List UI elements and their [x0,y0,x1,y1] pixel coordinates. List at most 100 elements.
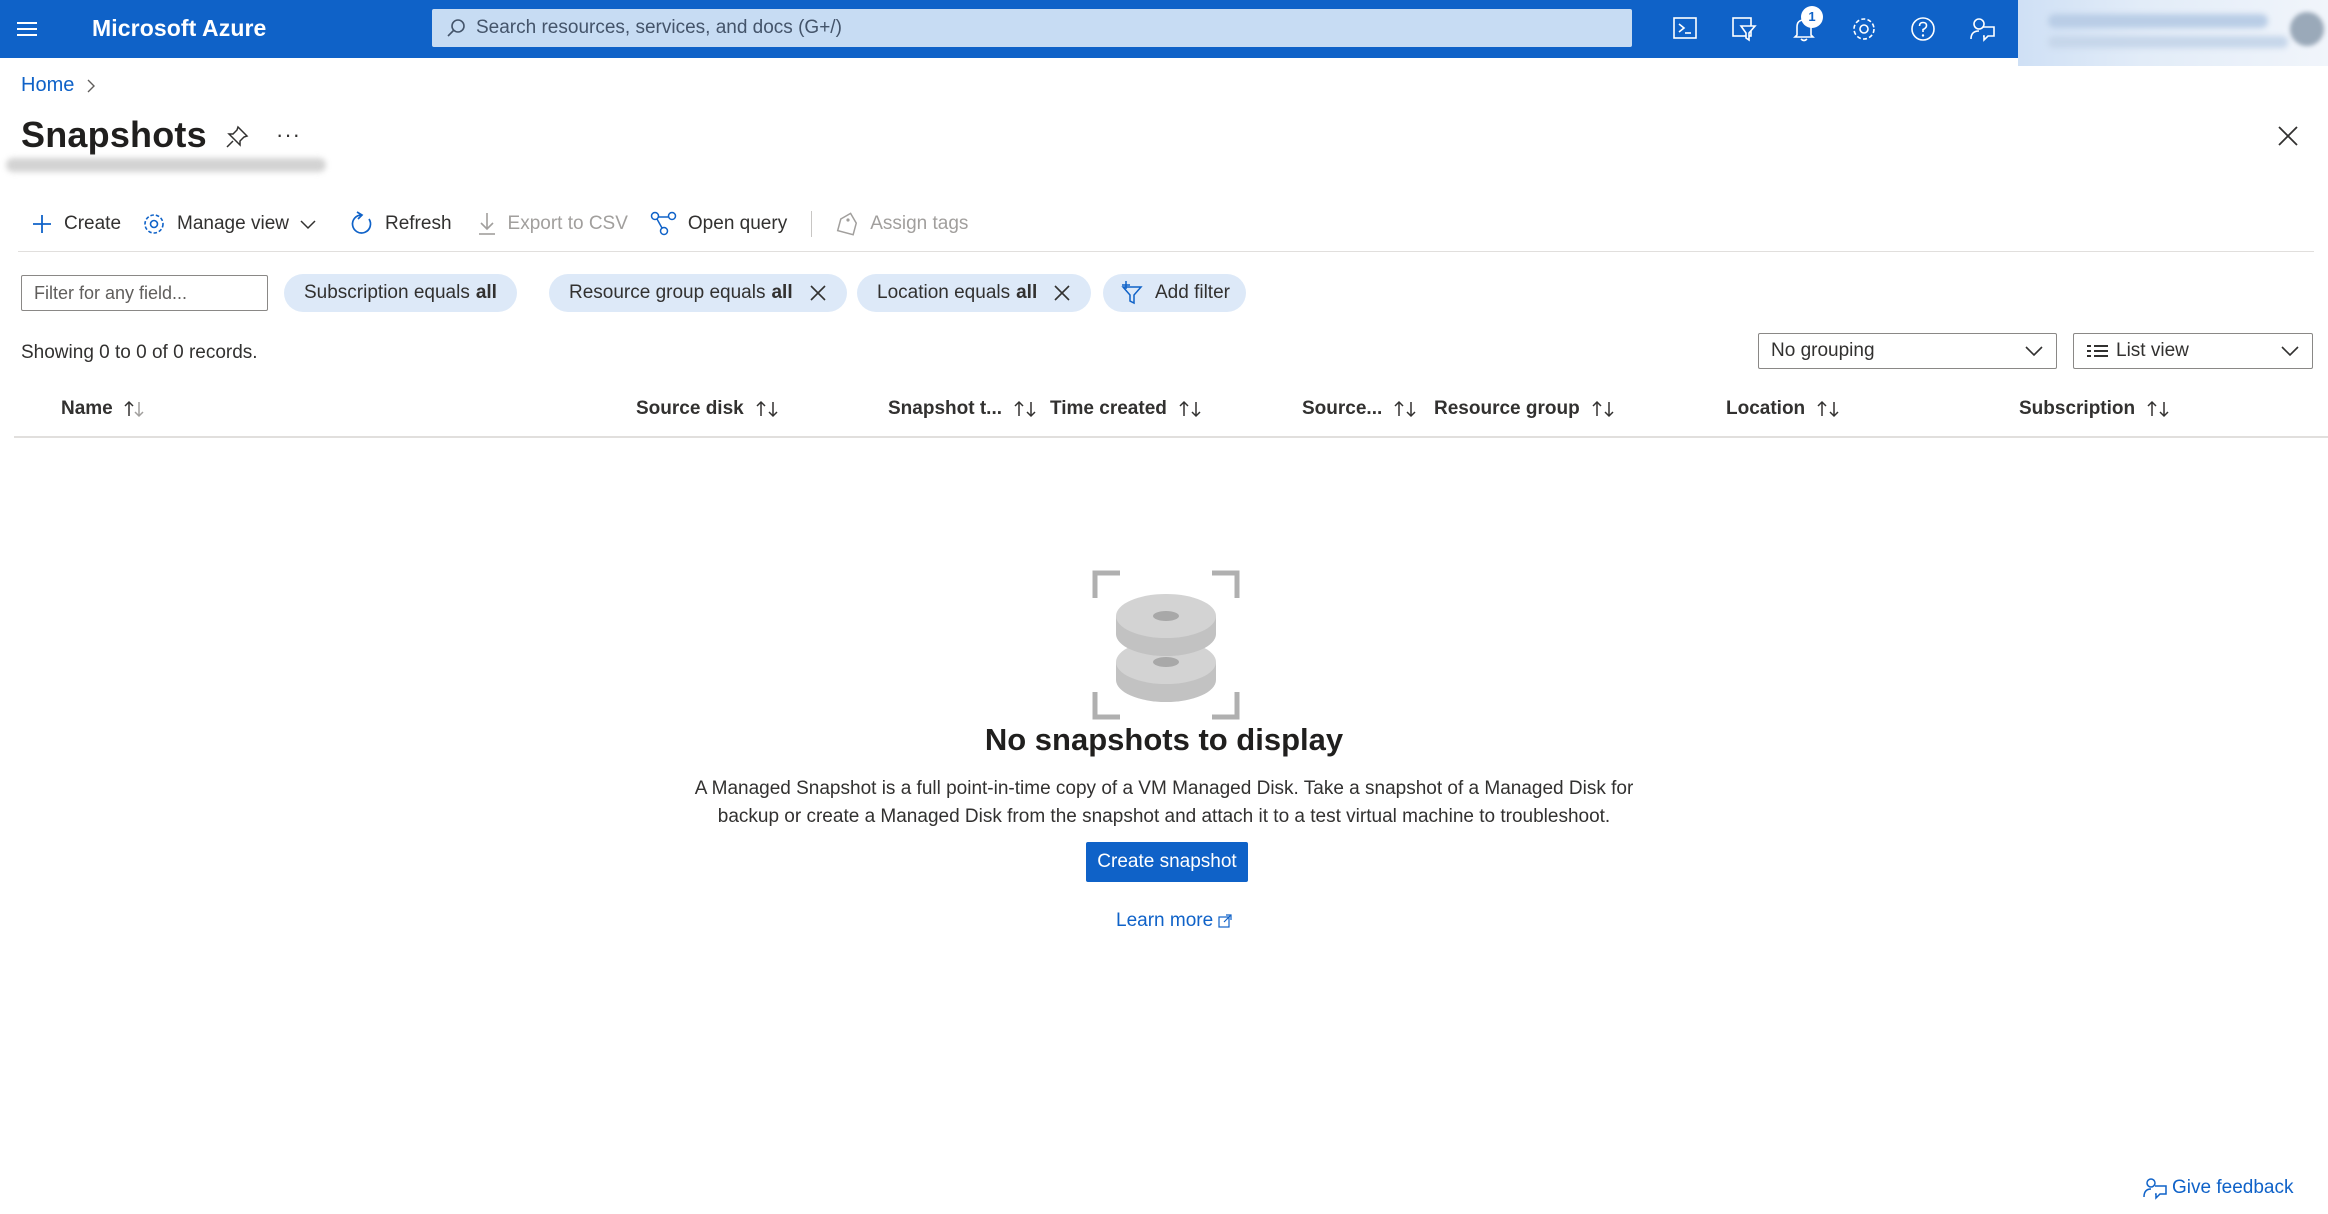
export-csv-button[interactable]: Export to CSV [476,211,628,237]
sort-icon [124,400,144,418]
filter-pill-location-value: all [1016,282,1038,303]
manage-view-button[interactable]: Manage view [141,211,317,237]
chevron-down-icon [2024,344,2044,358]
empty-state-description-line: A Managed Snapshot is a full point-in-ti… [694,778,1634,799]
create-label: Create [64,213,122,234]
grouping-dropdown[interactable]: No grouping [1758,333,2057,369]
account-menu[interactable] [2018,0,2328,66]
column-header-resource-group[interactable]: Resource group [1434,398,1616,420]
filter-pill-location[interactable]: Location equals all [857,274,1092,312]
column-header-source[interactable]: Source... [1302,398,1418,420]
table-header: Name Source disk Snapshot t... Time crea… [14,392,2328,438]
filter-pill-location-label: Location equals [877,282,1011,303]
refresh-button[interactable]: Refresh [349,211,452,237]
empty-state-description: A Managed Snapshot is a full point-in-ti… [664,775,1664,831]
column-header-label: Name [61,398,113,419]
empty-state-description-line: backup or create a Managed Disk from the… [717,806,1611,827]
breadcrumb-home-link[interactable]: Home [21,74,74,97]
learn-more-label: Learn more [1116,910,1214,931]
records-count: Showing 0 to 0 of 0 records. [21,342,258,363]
chevron-down-icon [300,220,316,230]
query-icon [650,211,677,236]
sort-icon [1592,400,1614,418]
feedback-person-icon [2143,1178,2167,1200]
page-title: Snapshots [21,114,207,155]
pin-icon[interactable] [224,124,250,150]
column-header-location[interactable]: Location [1726,398,1841,420]
empty-state-title: No snapshots to display [984,722,1344,757]
filter-pill-resource-group[interactable]: Resource group equals all [549,274,847,312]
column-header-label: Resource group [1434,398,1580,419]
settings-icon[interactable] [1847,12,1881,46]
avatar [2290,12,2324,46]
sort-icon [1179,400,1201,418]
command-bar: Create Manage view Refresh Export to CSV… [30,208,968,240]
more-options-icon[interactable]: ··· [276,122,301,148]
tag-icon [836,212,858,236]
column-header-label: Location [1726,398,1806,419]
refresh-icon [351,211,372,234]
list-view-icon [2086,343,2110,359]
learn-more-link[interactable]: Learn more [1116,910,1233,932]
directory-filter-icon[interactable] [1727,12,1761,46]
account-tenant-redacted [2048,36,2288,48]
add-filter-label: Add filter [1155,282,1230,303]
view-dropdown[interactable]: List view [2073,333,2313,369]
filter-pill-resource-group-label: Resource group equals [569,282,766,303]
filter-pill-subscription[interactable]: Subscription equals all [284,274,517,312]
refresh-label: Refresh [384,213,452,234]
sort-icon [756,400,778,418]
assign-tags-button[interactable]: Assign tags [836,211,968,237]
manage-view-label: Manage view [177,213,289,234]
chevron-right-icon [86,78,96,94]
sort-icon [2147,400,2169,418]
column-header-label: Time created [1050,398,1167,419]
snapshot-disk-icon [1092,570,1240,720]
toolbar-divider [811,211,813,237]
external-link-icon [1218,914,1232,928]
cloud-shell-icon[interactable] [1668,12,1702,46]
column-header-time-created[interactable]: Time created [1050,398,1203,420]
column-header-name[interactable]: Name [61,398,145,420]
search-icon [446,18,466,38]
column-header-subscription[interactable]: Subscription [2019,398,2171,420]
feedback-icon[interactable] [1966,12,2000,46]
filter-pill-resource-group-value: all [771,282,793,303]
brand-title[interactable]: Microsoft Azure [92,15,266,42]
column-header-label: Subscription [2019,398,2136,419]
close-icon[interactable] [2276,124,2300,148]
column-header-label: Source disk [636,398,744,419]
export-csv-label: Export to CSV [507,213,628,234]
grouping-selected: No grouping [1771,340,1875,361]
column-header-label: Snapshot t... [888,398,1002,419]
add-filter-button[interactable]: Add filter [1103,274,1246,312]
remove-filter-close-icon[interactable] [809,284,827,302]
view-selected: List view [2116,340,2189,361]
sort-icon [1014,400,1036,418]
open-query-button[interactable]: Open query [650,211,787,237]
sort-icon [1394,400,1416,418]
remove-filter-close-icon[interactable] [1053,284,1071,302]
breadcrumb: Home [21,74,96,97]
filter-pill-subscription-label: Subscription equals [304,282,470,303]
chevron-down-icon [2280,344,2300,358]
menu-icon[interactable] [14,14,44,44]
column-header-label: Source... [1302,398,1383,419]
give-feedback-link[interactable]: Give feedback [2142,1176,2293,1200]
add-filter-icon [1119,280,1147,306]
filter-pill-subscription-value: all [475,282,497,303]
notification-count-badge: 1 [1801,6,1823,28]
column-header-snapshot-type[interactable]: Snapshot t... [888,398,1038,420]
page-subtitle-redacted [6,158,326,172]
create-snapshot-button[interactable]: Create snapshot [1086,842,1248,882]
global-search-input[interactable] [476,9,1616,47]
create-button[interactable]: Create [30,212,121,236]
column-header-source-disk[interactable]: Source disk [636,398,780,420]
download-icon [478,213,495,235]
give-feedback-label: Give feedback [2172,1177,2294,1198]
global-search-box[interactable] [432,9,1632,47]
sort-icon [1817,400,1839,418]
filter-input[interactable] [21,275,268,311]
assign-tags-label: Assign tags [870,213,969,234]
help-icon[interactable] [1906,12,1940,46]
